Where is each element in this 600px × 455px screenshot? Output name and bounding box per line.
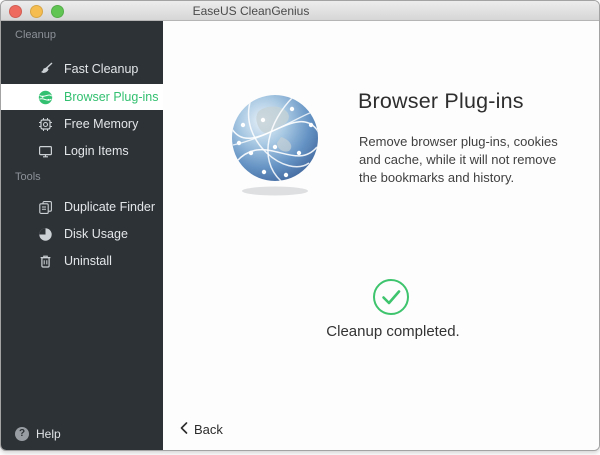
sidebar-item-label: Fast Cleanup [64,62,138,76]
monitor-icon [38,144,53,159]
sidebar-item-uninstall[interactable]: Uninstall [1,248,163,274]
brush-icon [38,62,53,77]
documents-icon [38,200,53,215]
sidebar-item-label: Browser Plug-ins [64,90,158,104]
sidebar-item-fast-cleanup[interactable]: Fast Cleanup [1,56,163,82]
section-label-tools: Tools [15,171,163,184]
globe-icon [38,90,53,105]
status-text: Cleanup completed. [293,323,493,340]
page-description: Remove browser plug-ins, cookies and cac… [359,133,573,187]
back-button[interactable]: Back [180,422,223,437]
question-mark-icon: ? [15,427,29,441]
sidebar-item-label: Disk Usage [64,227,128,241]
sidebar-item-login-items[interactable]: Login Items [1,138,163,164]
trash-icon [38,254,53,269]
help-label: Help [36,427,61,441]
app-window: EaseUS CleanGenius Cleanup Fast Cleanup [0,0,600,451]
sidebar-item-label: Duplicate Finder [64,200,155,214]
sidebar-item-disk-usage[interactable]: Disk Usage [1,221,163,247]
pie-clock-icon [38,227,53,242]
window-title: EaseUS CleanGenius [1,4,501,18]
chip-icon [38,117,53,132]
network-globe-illustration [229,91,321,202]
sidebar-item-free-memory[interactable]: Free Memory [1,111,163,137]
help-button[interactable]: ? Help [15,427,61,441]
sidebar: Cleanup Fast Cleanup Browser P [1,21,163,450]
sidebar-item-label: Free Memory [64,117,138,131]
titlebar: EaseUS CleanGenius [1,1,599,21]
success-check-icon [372,278,410,316]
sidebar-item-label: Uninstall [64,254,112,268]
sidebar-item-label: Login Items [64,144,129,158]
section-label-cleanup: Cleanup [15,29,163,42]
page-title: Browser Plug-ins [358,89,524,114]
sidebar-item-duplicate-finder[interactable]: Duplicate Finder [1,194,163,220]
chevron-left-icon [180,422,188,437]
main-content: Browser Plug-ins Remove browser plug-ins… [163,21,599,450]
sidebar-item-browser-plug-ins[interactable]: Browser Plug-ins [1,84,163,110]
back-label: Back [194,422,223,437]
